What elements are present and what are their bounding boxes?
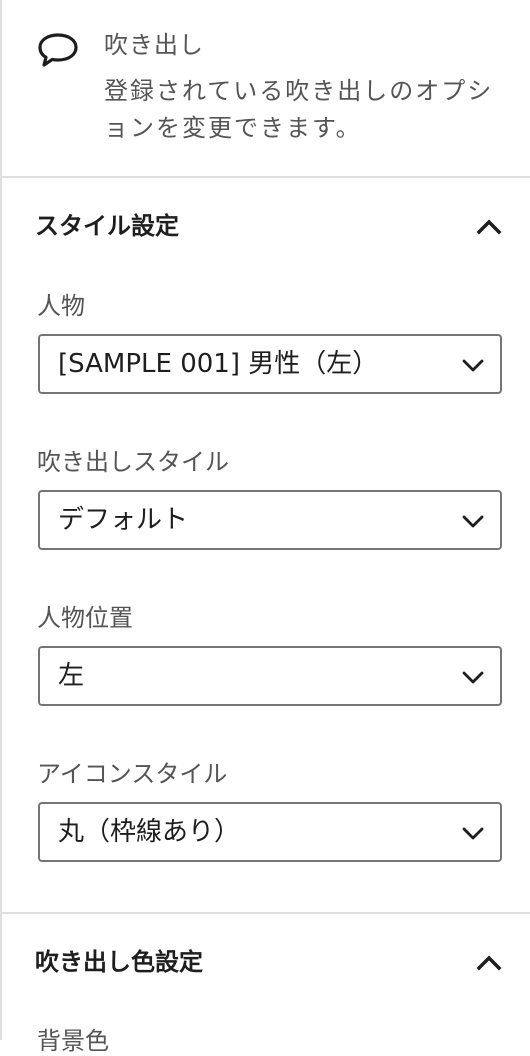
chevron-up-icon [476, 955, 502, 971]
icon-style-select-value: 丸（枠線あり） [58, 817, 241, 847]
chevron-down-icon [462, 515, 484, 528]
style-section-toggle[interactable]: スタイル設定 [2, 194, 530, 258]
balloon-style-label: 吹き出しスタイル [37, 448, 229, 476]
style-section-title: スタイル設定 [35, 212, 179, 240]
icon-style-label: アイコンスタイル [37, 760, 228, 788]
person-position-label: 人物位置 [37, 604, 133, 632]
person-position-select[interactable]: 左 [38, 646, 502, 706]
background-color-label: 背景色 [37, 1027, 109, 1055]
icon-style-select[interactable]: 丸（枠線あり） [38, 802, 502, 862]
chevron-down-icon [462, 671, 484, 684]
chevron-down-icon [462, 359, 484, 372]
person-select[interactable]: [SAMPLE 001] 男性（左） [38, 334, 502, 394]
speech-bubble-icon [38, 33, 78, 67]
block-description: 登録されている吹き出しのオプションを変更できます。 [104, 77, 494, 142]
color-section-toggle[interactable]: 吹き出し色設定 [2, 930, 530, 994]
section-divider [2, 912, 530, 914]
person-label: 人物 [37, 292, 85, 320]
balloon-style-select-value: デフォルト [58, 505, 189, 535]
block-inspector-panel: 吹き出し 登録されている吹き出しのオプションを変更できます。 スタイル設定 人物… [0, 0, 530, 1055]
block-card: 吹き出し 登録されている吹き出しのオプションを変更できます。 [2, 0, 530, 178]
person-select-value: [SAMPLE 001] 男性（左） [58, 349, 379, 379]
block-title: 吹き出し [104, 31, 204, 59]
person-position-select-value: 左 [58, 661, 85, 691]
balloon-style-select[interactable]: デフォルト [38, 490, 502, 550]
chevron-down-icon [462, 827, 484, 840]
color-section-title: 吹き出し色設定 [35, 948, 203, 976]
chevron-up-icon [476, 219, 502, 235]
